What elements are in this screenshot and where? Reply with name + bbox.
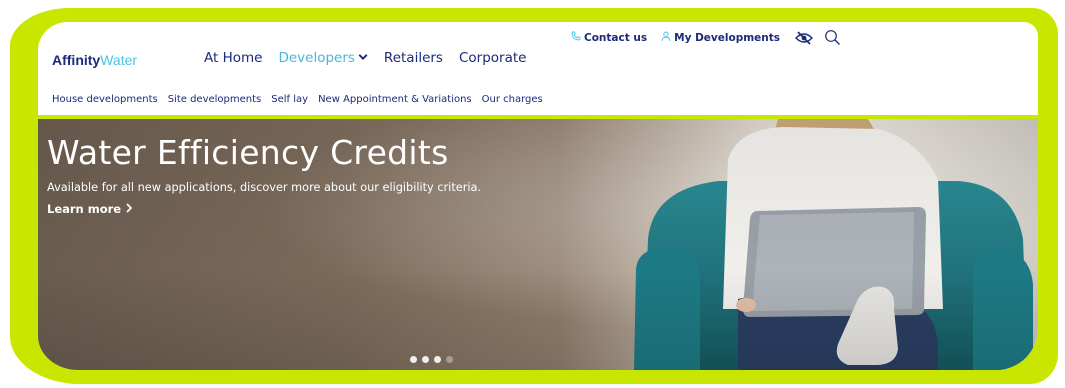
subnav-item-site-developments[interactable]: Site developments <box>168 94 262 105</box>
subnav-label: Site developments <box>167 94 262 105</box>
carousel-dot[interactable] <box>410 356 417 363</box>
chevron-right-icon <box>125 202 133 216</box>
eye-slash-icon[interactable] <box>794 30 814 45</box>
subnav-label: New Appointment & Variations <box>318 94 472 105</box>
page: AffinityWater Contact us My Developments… <box>38 22 1038 370</box>
subnav-label: Self lay <box>271 94 309 105</box>
subnav-item-new-appointment-variations[interactable]: New Appointment & Variations <box>318 94 472 105</box>
subnav-label: House developments <box>52 94 158 105</box>
carousel-indicators <box>410 356 453 363</box>
hero-title: Water Efficiency Credits <box>47 133 449 172</box>
sub-nav: House developments Site developments Sel… <box>52 94 553 105</box>
utility-nav: Contact us My Developments <box>571 29 851 46</box>
nav-item-developers[interactable]: Developers <box>278 50 368 66</box>
carousel-dot[interactable] <box>434 356 441 363</box>
carousel-dot[interactable] <box>446 356 453 363</box>
learn-more-link[interactable]: Learn more <box>47 202 133 216</box>
contact-us-link[interactable]: Contact us <box>571 31 647 44</box>
subnav-label: Our charges <box>481 94 543 105</box>
learn-more-label: Learn more <box>47 202 122 216</box>
chevron-down-icon <box>358 51 368 64</box>
main-nav: At Home Developers Retailers Corporate <box>204 50 542 66</box>
phone-icon <box>571 31 581 44</box>
hero-subtitle: Available for all new applications, disc… <box>47 181 481 194</box>
nav-label: Developers <box>278 50 355 66</box>
nav-item-corporate[interactable]: Corporate <box>459 50 527 66</box>
nav-label: Retailers <box>383 50 443 66</box>
logo-text-primary: Affinity <box>52 52 101 68</box>
nav-item-retailers[interactable]: Retailers <box>384 50 443 66</box>
search-icon[interactable] <box>824 29 841 46</box>
nav-item-at-home[interactable]: At Home <box>204 50 262 66</box>
subnav-item-our-charges[interactable]: Our charges <box>482 94 543 105</box>
nav-label: Corporate <box>458 50 527 66</box>
logo-text-secondary: Water <box>100 52 138 68</box>
my-developments-label: My Developments <box>674 31 781 44</box>
subnav-item-house-developments[interactable]: House developments <box>52 94 158 105</box>
hero-banner: Water Efficiency Credits Available for a… <box>38 119 1038 370</box>
logo[interactable]: AffinityWater <box>52 52 137 68</box>
user-icon <box>661 31 671 45</box>
my-developments-link[interactable]: My Developments <box>661 31 780 45</box>
subnav-item-self-lay[interactable]: Self lay <box>271 94 308 105</box>
contact-us-label: Contact us <box>584 31 648 44</box>
carousel-dot[interactable] <box>422 356 429 363</box>
nav-label: At Home <box>204 50 263 66</box>
